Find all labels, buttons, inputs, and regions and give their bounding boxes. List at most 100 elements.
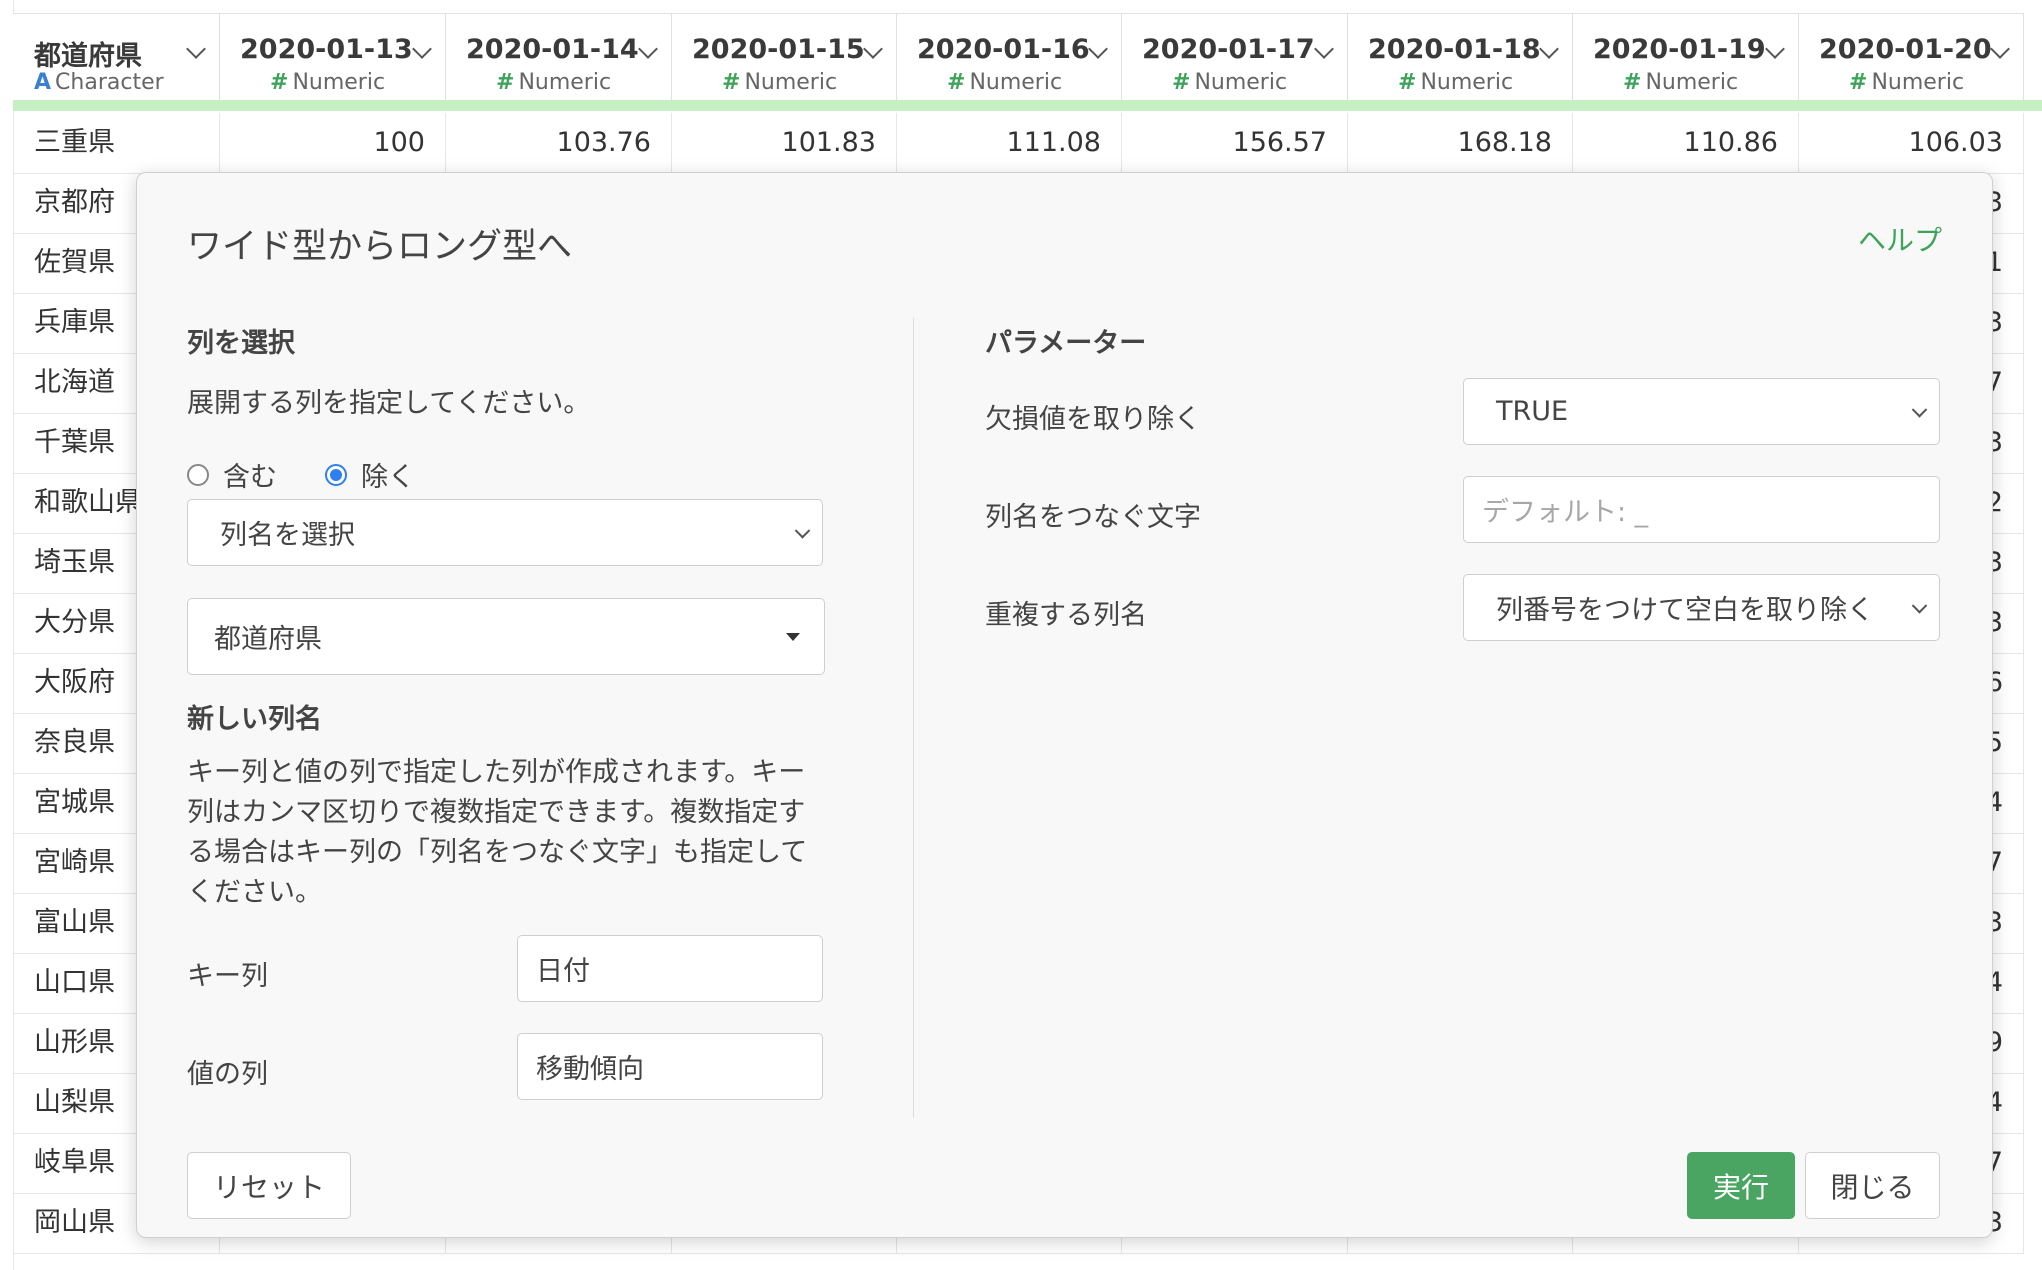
chevron-down-icon[interactable] [186, 39, 206, 59]
caret-down-icon [786, 632, 800, 641]
column-header[interactable]: 2020-01-20 # Numeric [1799, 14, 2024, 101]
column-header[interactable]: 2020-01-16 # Numeric [897, 14, 1122, 101]
column-header[interactable]: 2020-01-13 # Numeric [220, 14, 446, 101]
chevron-down-icon[interactable] [638, 39, 658, 59]
column-type-label: Numeric [518, 70, 612, 95]
value-column-input[interactable]: 移動傾向 [517, 1033, 823, 1100]
close-button[interactable]: 閉じる [1805, 1152, 1940, 1219]
column-type: # Numeric [947, 70, 1062, 95]
column-header-row: 都道府県 A Character 2020-01-13 # Numeric 2020… [13, 13, 2024, 101]
run-button[interactable]: 実行 [1687, 1152, 1795, 1219]
duplicate-name-label: 重複する列名 [985, 600, 1147, 631]
column-header[interactable]: 2020-01-19 # Numeric [1573, 14, 1799, 101]
column-type: # Numeric [1398, 70, 1513, 95]
duplicate-name-value: 列番号をつけて空白を取り除く [1496, 595, 1874, 626]
chevron-down-icon [1911, 597, 1928, 614]
row-value-cell[interactable]: 168.18 [1348, 113, 1573, 173]
column-name: 2020-01-20 [1819, 34, 1992, 65]
parameters-heading: パラメーター [985, 328, 1147, 359]
remove-na-label: 欠損値を取り除く [985, 404, 1201, 435]
chevron-down-icon[interactable] [1314, 39, 1334, 59]
column-type: # Numeric [270, 70, 385, 95]
column-name: 2020-01-15 [692, 34, 865, 65]
column-type: # Numeric [1172, 70, 1287, 95]
value-column-label: 値の列 [187, 1059, 268, 1090]
column-header[interactable]: 都道府県 A Character [13, 14, 220, 101]
numeric-type-icon: # [1172, 70, 1191, 95]
column-type: # Numeric [1623, 70, 1738, 95]
row-value-cell[interactable]: 103.76 [446, 113, 672, 173]
separator-placeholder: デフォルト: _ [1482, 497, 1649, 528]
row-value-cell[interactable]: 110.86 [1573, 113, 1799, 173]
numeric-type-icon: # [1849, 70, 1868, 95]
key-column-value: 日付 [536, 956, 590, 987]
column-name: 2020-01-16 [917, 34, 1090, 65]
radio-exclude-button[interactable] [325, 463, 347, 486]
selected-columns-field[interactable]: 都道府県 [187, 598, 825, 675]
numeric-type-icon: # [1623, 70, 1642, 95]
selected-column-value: 都道府県 [214, 624, 322, 655]
column-type-label: Numeric [744, 70, 838, 95]
separator-label: 列名をつなぐ文字 [985, 502, 1201, 533]
chevron-down-icon [794, 522, 811, 539]
numeric-type-icon: # [270, 70, 289, 95]
chevron-down-icon[interactable] [412, 39, 432, 59]
radio-include-label: 含む [223, 462, 277, 493]
chevron-down-icon[interactable] [1765, 39, 1785, 59]
numeric-type-icon: # [1398, 70, 1417, 95]
character-type-icon: A [34, 70, 52, 95]
column-select-dropdown[interactable]: 列名を選択 [187, 499, 823, 566]
separator-input[interactable]: デフォルト: _ [1463, 476, 1940, 543]
column-type: # Numeric [1849, 70, 1964, 95]
table-row: 三重県 100 103.76 101.83 111.08 156.57 168.18 110.… [13, 113, 2024, 174]
help-link[interactable]: ヘルプ [1858, 219, 1942, 259]
chevron-down-icon[interactable] [863, 39, 883, 59]
chevron-down-icon[interactable] [1088, 39, 1108, 59]
column-header[interactable]: 2020-01-14 # Numeric [446, 14, 672, 101]
remove-na-select[interactable]: TRUE [1463, 378, 1940, 445]
row-value-cell[interactable]: 111.08 [897, 113, 1122, 173]
column-type-label: Numeric [292, 70, 386, 95]
select-columns-heading: 列を選択 [187, 328, 295, 359]
duplicate-name-select[interactable]: 列番号をつけて空白を取り除く [1463, 574, 1940, 641]
column-header[interactable]: 2020-01-18 # Numeric [1348, 14, 1573, 101]
radio-exclude[interactable]: 除く [325, 455, 415, 494]
radio-include[interactable]: 含む [187, 455, 277, 494]
chevron-down-icon[interactable] [1990, 39, 2010, 59]
column-select-placeholder: 列名を選択 [220, 520, 355, 551]
numeric-type-icon: # [722, 70, 741, 95]
column-type-label: Numeric [1420, 70, 1514, 95]
radio-exclude-label: 除く [361, 462, 415, 493]
row-value-cell[interactable]: 106.03 [1799, 113, 2024, 173]
remove-na-value: TRUE [1496, 396, 1569, 427]
column-name: 都道府県 [34, 41, 142, 72]
key-column-label: キー列 [187, 961, 268, 992]
column-name: 2020-01-13 [240, 34, 413, 65]
column-divider [913, 318, 914, 1118]
numeric-type-icon: # [496, 70, 515, 95]
header-stripe [13, 100, 2042, 111]
column-type-label: Numeric [1645, 70, 1739, 95]
column-header[interactable]: 2020-01-15 # Numeric [672, 14, 897, 101]
wide-to-long-dialog: ワイド型からロング型へ ヘルプ 列を選択 展開する列を指定してください。 含む … [136, 172, 1993, 1238]
column-type-label: Numeric [1194, 70, 1288, 95]
key-column-input[interactable]: 日付 [517, 935, 823, 1002]
row-value-cell[interactable]: 156.57 [1122, 113, 1348, 173]
value-column-value: 移動傾向 [536, 1054, 644, 1085]
column-name: 2020-01-19 [1593, 34, 1766, 65]
dialog-title: ワイド型からロング型へ [187, 227, 573, 267]
radio-include-button[interactable] [187, 463, 209, 486]
new-columns-heading: 新しい列名 [187, 704, 322, 735]
column-header[interactable]: 2020-01-17 # Numeric [1122, 14, 1348, 101]
select-columns-description: 展開する列を指定してください。 [187, 388, 591, 419]
new-columns-description: キー列と値の列で指定した列が作成されます。キー列はカンマ区切りで複数指定できます… [187, 757, 808, 908]
column-type: # Numeric [496, 70, 611, 95]
row-value-cell[interactable]: 100 [220, 113, 446, 173]
reset-button[interactable]: リセット [187, 1152, 351, 1219]
numeric-type-icon: # [947, 70, 966, 95]
column-type-label: Character [55, 70, 164, 95]
chevron-down-icon [1911, 401, 1928, 418]
row-prefecture-cell[interactable]: 三重県 [13, 113, 220, 173]
chevron-down-icon[interactable] [1539, 39, 1559, 59]
row-value-cell[interactable]: 101.83 [672, 113, 897, 173]
